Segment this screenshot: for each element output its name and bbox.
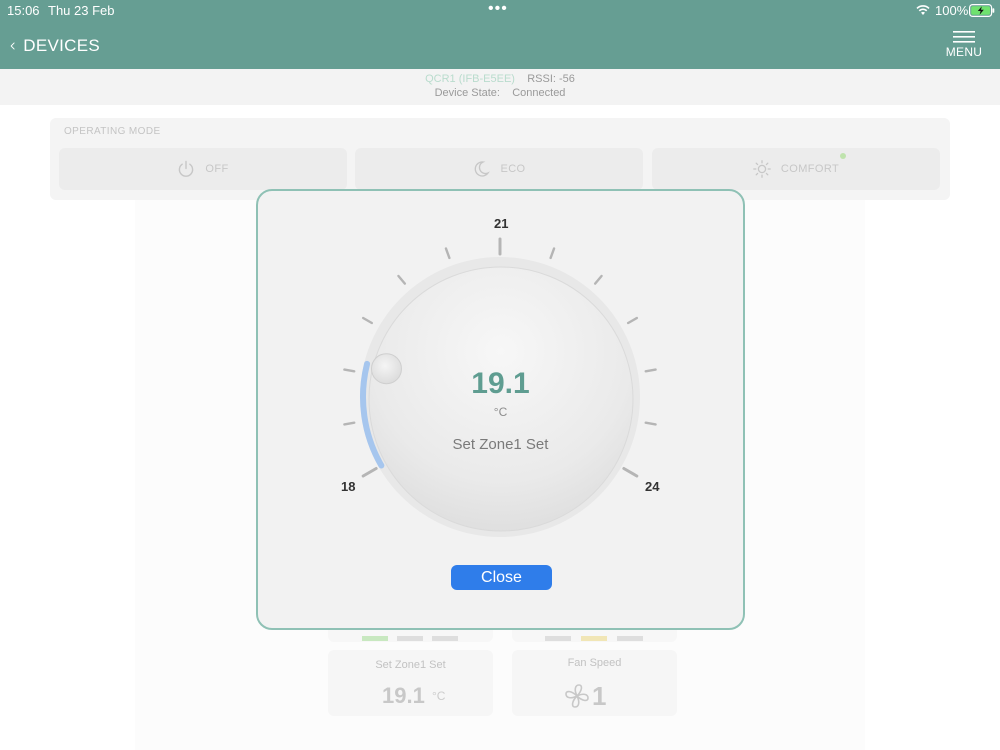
device-name: QCR1 (IFB-E5EE)	[425, 73, 515, 85]
dial-tick	[343, 421, 356, 426]
dial-mid-label: 21	[494, 216, 509, 231]
wifi-icon	[916, 5, 930, 15]
level-bar	[362, 636, 388, 641]
dial-tick	[397, 274, 407, 285]
zone-set-card-label: Set Zone1 Set	[375, 659, 446, 671]
zone-set-card[interactable]: Set Zone1 Set 19.1 °C	[328, 650, 493, 716]
dial-tick	[644, 421, 657, 426]
level-bar	[397, 636, 423, 641]
device-info: QCR1 (IFB-E5EE) RSSI: -56 Device State: …	[0, 69, 1000, 105]
zone-set-card-unit: °C	[432, 689, 446, 703]
fan-speed-card-value: 1	[592, 681, 607, 711]
sun-icon	[753, 160, 771, 178]
mode-comfort-button[interactable]: COMFORT	[652, 148, 940, 190]
multitasking-dots[interactable]: •••	[488, 0, 508, 18]
active-indicator	[840, 153, 846, 159]
chevron-left-icon	[10, 42, 15, 50]
dial-min-label: 18	[341, 479, 356, 494]
fan-icon	[565, 684, 589, 708]
dial-tick	[593, 274, 603, 285]
status-time: 15:06	[7, 3, 40, 18]
menu-button[interactable]: MENU	[942, 30, 986, 64]
mode-eco-label: ECO	[500, 163, 526, 175]
dial-max-label: 24	[645, 479, 660, 494]
menu-label: MENU	[945, 45, 983, 59]
zone-set-card-value: 19.1	[382, 683, 425, 708]
dial-tick	[361, 467, 378, 478]
operating-mode-title: OPERATING MODE	[64, 126, 161, 137]
setpoint-dialog: 21 18 24 19.1 °C Set Zone1 Set Close	[256, 189, 745, 630]
power-icon	[179, 160, 194, 177]
dial-tick	[361, 316, 374, 325]
moon-icon	[475, 161, 491, 177]
dial-setpoint-label: Set Zone1 Set	[452, 436, 549, 453]
dial-temperature-unit: °C	[493, 405, 508, 419]
device-state-label: Device State:	[434, 87, 500, 99]
level-bar	[432, 636, 458, 641]
level-bar	[545, 636, 571, 641]
device-rssi: RSSI: -56	[527, 73, 575, 85]
dial-tick	[549, 247, 556, 260]
level-bar	[617, 636, 643, 641]
device-state-value: Connected	[512, 87, 566, 99]
fan-speed-card-label: Fan Speed	[567, 657, 622, 669]
battery-charging-icon	[969, 4, 995, 17]
hamburger-icon	[953, 31, 975, 43]
nav-bar: DEVICES MENU	[0, 22, 1000, 69]
dial-tick	[622, 467, 639, 478]
dial-tick	[626, 316, 639, 325]
dial-tick	[444, 247, 451, 260]
operating-mode-panel: OPERATING MODE OFF ECO COMFORT	[50, 118, 950, 200]
dial-temperature-value: 19.1	[471, 367, 530, 400]
back-button[interactable]: DEVICES	[10, 34, 100, 58]
status-bar: 15:06 Thu 23 Feb ••• 100%	[0, 0, 1000, 22]
mode-off-button[interactable]: OFF	[59, 148, 347, 190]
back-label: DEVICES	[23, 36, 100, 55]
status-date: Thu 23 Feb	[48, 3, 115, 18]
mode-comfort-label: COMFORT	[780, 163, 840, 175]
battery-percent: 100%	[935, 3, 969, 18]
fan-speed-card[interactable]: Fan Speed 1	[512, 650, 677, 716]
close-button[interactable]: Close	[451, 565, 552, 590]
level-bar	[581, 636, 607, 641]
mode-off-label: OFF	[205, 163, 229, 175]
mode-eco-button[interactable]: ECO	[355, 148, 643, 190]
